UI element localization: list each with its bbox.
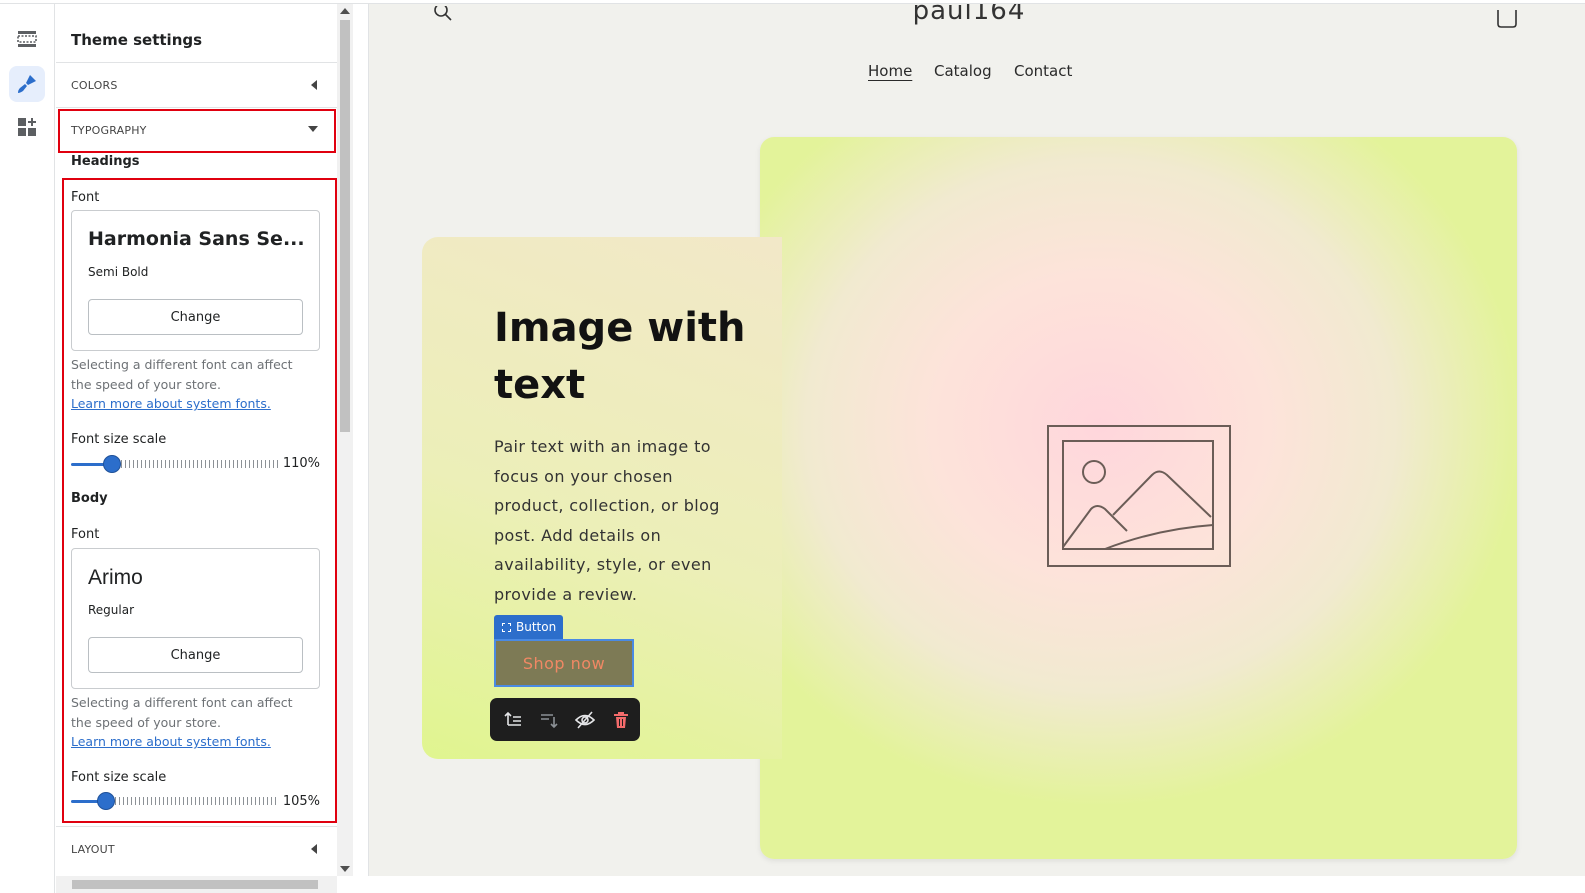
button-block-tag-label: Button xyxy=(516,620,557,634)
move-up-icon[interactable] xyxy=(502,709,524,731)
colors-section-label: COLORS xyxy=(71,78,118,92)
block-select-icon xyxy=(502,622,511,632)
colors-section-header[interactable]: COLORS xyxy=(56,63,337,107)
nav-link-contact[interactable]: Contact xyxy=(1014,62,1072,80)
image-panel[interactable] xyxy=(760,137,1517,859)
scroll-down-arrow-icon[interactable] xyxy=(340,866,350,872)
panel-horizontal-scrollbar[interactable] xyxy=(56,876,337,893)
headings-title: Headings xyxy=(71,154,140,169)
scrollbar-thumb[interactable] xyxy=(340,20,350,432)
apps-button[interactable] xyxy=(9,109,45,145)
typography-settings-highlight-box xyxy=(62,178,337,823)
caret-left-icon xyxy=(311,844,317,854)
store-logo-text[interactable]: paul164 xyxy=(369,4,1569,26)
delete-icon[interactable] xyxy=(610,709,632,731)
apps-icon xyxy=(18,118,36,136)
move-down-icon[interactable] xyxy=(538,709,560,731)
sections-icon xyxy=(17,31,37,47)
button-block-tag: Button xyxy=(494,615,563,639)
caret-left-icon xyxy=(311,80,317,90)
image-placeholder-icon xyxy=(1047,425,1231,567)
shop-now-button[interactable]: Shop now xyxy=(494,639,634,687)
layout-section-label: LAYOUT xyxy=(71,842,115,856)
typography-highlight-box xyxy=(58,109,336,153)
theme-settings-button[interactable] xyxy=(9,66,45,102)
cart-icon[interactable] xyxy=(1495,6,1519,30)
sections-button[interactable] xyxy=(9,21,45,57)
editor-icon-rail xyxy=(0,4,55,893)
section-paragraph: Pair text with an image to focus on your… xyxy=(494,437,720,604)
store-preview: paul164 Home Catalog Contact Image with … xyxy=(368,4,1585,876)
scroll-up-arrow-icon[interactable] xyxy=(340,8,350,14)
block-toolbar xyxy=(490,698,640,741)
section-heading: Image with text xyxy=(494,305,746,408)
nav-link-home[interactable]: Home xyxy=(868,62,912,80)
panel-title: Theme settings xyxy=(71,31,203,49)
nav-link-catalog[interactable]: Catalog xyxy=(934,62,992,80)
layout-section-header[interactable]: LAYOUT xyxy=(56,827,337,871)
theme-settings-icon xyxy=(18,75,36,93)
hide-icon[interactable] xyxy=(574,709,596,731)
panel-vertical-scrollbar[interactable] xyxy=(337,4,353,876)
scrollbar-thumb[interactable] xyxy=(72,880,318,889)
